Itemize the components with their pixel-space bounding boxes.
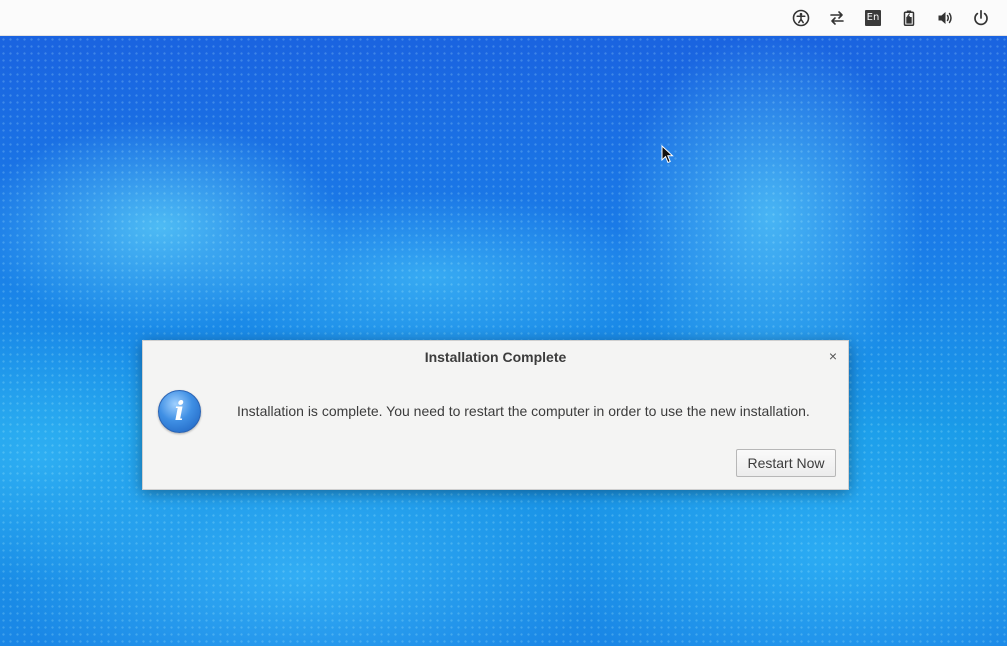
close-button[interactable]: × xyxy=(826,349,840,363)
system-tray: En xyxy=(783,0,999,36)
info-icon: i xyxy=(158,390,201,433)
tray-accessibility[interactable] xyxy=(783,0,819,36)
dialog-title: Installation Complete xyxy=(424,349,567,365)
network-transfer-icon xyxy=(830,11,844,25)
dialog-message: Installation is complete. You need to re… xyxy=(237,403,810,419)
keyboard-layout-icon: En xyxy=(864,10,882,26)
restart-now-button[interactable]: Restart Now xyxy=(736,449,836,477)
tray-keyboard-layout[interactable]: En xyxy=(855,0,891,36)
power-icon xyxy=(974,9,988,26)
tray-power[interactable] xyxy=(963,0,999,36)
tray-battery[interactable] xyxy=(891,0,927,36)
mouse-cursor-icon xyxy=(661,145,674,164)
battery-icon xyxy=(903,10,915,26)
tray-volume[interactable] xyxy=(927,0,963,36)
installation-complete-dialog: Installation Complete × i Installation i… xyxy=(142,340,849,490)
top-panel: En xyxy=(0,0,1007,36)
accessibility-icon xyxy=(792,9,810,27)
close-icon: × xyxy=(828,348,838,364)
volume-icon xyxy=(938,12,952,24)
screen: En Installation Complete × i Installatio… xyxy=(0,0,1007,646)
tray-network[interactable] xyxy=(819,0,855,36)
